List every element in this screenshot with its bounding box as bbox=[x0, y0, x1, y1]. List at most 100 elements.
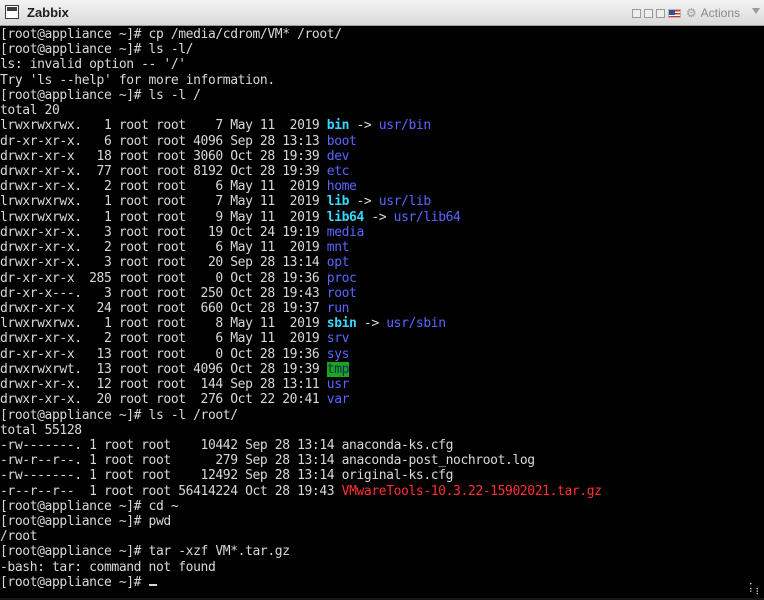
terminal-entry-name: lib bbox=[326, 194, 350, 210]
terminal-entry-name: VMwareTools-10.3.22-15902021.tar.gz bbox=[341, 483, 602, 499]
terminal-line: [root@appliance ~]# bbox=[0, 575, 157, 590]
gear-icon[interactable]: ⚙ bbox=[686, 7, 697, 19]
title-bar: Zabbix ⚙ Actions bbox=[0, 0, 764, 26]
terminal-line: drwxr-xr-x. 3 root root 19 Oct 24 19:19 … bbox=[0, 225, 364, 240]
terminal-line: drwxr-xr-x. 2 root root 6 May 11 2019 mn… bbox=[0, 240, 349, 255]
terminal-line: ls: invalid option -- '/' bbox=[0, 57, 186, 72]
terminal-line: -rw-r--r--. 1 root root 279 Sep 28 13:14… bbox=[0, 453, 535, 468]
terminal-line: [root@appliance ~]# ls -l/ bbox=[0, 42, 193, 57]
terminal-entry-name: usr/sbin bbox=[386, 316, 446, 332]
terminal-line: lrwxrwxrwx. 1 root root 8 May 11 2019 sb… bbox=[0, 316, 446, 331]
terminal-text: drwxr-xr-x 24 root root 660 Oct 28 19:37 bbox=[0, 300, 327, 316]
flag-icon[interactable] bbox=[667, 8, 681, 18]
terminal-text: drwxr-xr-x. 12 root root 144 Sep 28 13:1… bbox=[0, 377, 327, 393]
terminal-line: lrwxrwxrwx. 1 root root 7 May 11 2019 li… bbox=[0, 194, 431, 209]
text-cursor bbox=[148, 583, 157, 586]
terminal-text: [root@appliance ~]# cd ~ bbox=[0, 498, 179, 514]
terminal-entry-name: srv bbox=[326, 331, 350, 347]
terminal-line: lrwxrwxrwx. 1 root root 7 May 11 2019 bi… bbox=[0, 118, 431, 133]
terminal-line: Try 'ls --help' for more information. bbox=[0, 73, 275, 88]
resize-grip-icon[interactable]: ⠁ ⠃⠇ bbox=[749, 584, 762, 598]
terminal-line: [root@appliance ~]# cp /media/cdrom/VM* … bbox=[0, 27, 342, 42]
terminal-text: [root@appliance ~]# ls -l / bbox=[0, 87, 201, 103]
terminal-text: [root@appliance ~]# tar -xzf VM*.tar.gz bbox=[0, 544, 290, 560]
terminal-line: dr-xr-xr-x 285 root root 0 Oct 28 19:36 … bbox=[0, 271, 357, 286]
terminal-entry-name: usr/lib bbox=[378, 194, 431, 210]
terminal-text: drwxr-xr-x. 3 root root 20 Sep 28 13:14 bbox=[0, 255, 327, 271]
terminal-text: lrwxrwxrwx. 1 root root 7 May 11 2019 bbox=[0, 118, 327, 134]
terminal-line: drwxr-xr-x. 3 root root 20 Sep 28 13:14 … bbox=[0, 255, 349, 270]
terminal-entry-name: usr bbox=[326, 377, 350, 393]
terminal-text: [root@appliance ~]# ls -l /root/ bbox=[0, 407, 238, 423]
terminal-line: total 55128 bbox=[0, 423, 82, 438]
terminal-text: drwxr-xr-x. 20 root root 276 Oct 22 20:4… bbox=[0, 392, 327, 408]
terminal-entry-name: root bbox=[326, 285, 357, 301]
terminal-entry-name: lib64 bbox=[326, 209, 365, 225]
terminal-line: [root@appliance ~]# ls -l /root/ bbox=[0, 408, 238, 423]
minimize-icon[interactable] bbox=[631, 8, 641, 18]
terminal-line: drwxr-xr-x. 12 root root 144 Sep 28 13:1… bbox=[0, 377, 349, 392]
terminal-text: lrwxrwxrwx. 1 root root 7 May 11 2019 bbox=[0, 194, 327, 210]
terminal-text: lrwxrwxrwx. 1 root root 8 May 11 2019 bbox=[0, 316, 327, 332]
terminal-entry-name: proc bbox=[326, 270, 357, 286]
terminal-text: -rw-------. 1 root root 12492 Sep 28 13:… bbox=[0, 468, 454, 484]
terminal-text: dr-xr-xr-x 13 root root 0 Oct 28 19:36 bbox=[0, 346, 327, 362]
terminal-entry-name: sbin bbox=[326, 316, 357, 332]
terminal-text: /root bbox=[0, 529, 38, 545]
terminal-text: [root@appliance ~]# ls -l/ bbox=[0, 42, 194, 58]
terminal-entry-name: run bbox=[326, 300, 350, 316]
terminal-entry-name: usr/bin bbox=[378, 118, 431, 134]
terminal-line: [root@appliance ~]# cd ~ bbox=[0, 498, 179, 514]
terminal-text: Try 'ls --help' for more information. bbox=[0, 72, 275, 88]
terminal-line: [root@appliance ~]# tar -xzf VM*.tar.gz bbox=[0, 544, 290, 559]
terminal-text: ls: invalid option -- '/' bbox=[0, 57, 186, 73]
terminal-line: drwxr-xr-x 18 root root 3060 Oct 28 19:3… bbox=[0, 149, 349, 164]
terminal-line: drwxrwxrwt. 13 root root 4096 Oct 28 19:… bbox=[0, 361, 350, 377]
terminal-entry-name: usr/lib64 bbox=[393, 209, 461, 225]
terminal-text: dr-xr-x---. 3 root root 250 Oct 28 19:43 bbox=[0, 285, 327, 301]
terminal-entry-name: media bbox=[326, 224, 365, 240]
terminal-text: -> bbox=[349, 194, 379, 210]
terminal-text: lrwxrwxrwx. 1 root root 9 May 11 2019 bbox=[0, 209, 327, 225]
terminal-line: dr-xr-xr-x. 6 root root 4096 Sep 28 13:1… bbox=[0, 134, 357, 149]
terminal-text: [root@appliance ~]# pwd bbox=[0, 514, 171, 530]
terminal-text: dr-xr-xr-x 285 root root 0 Oct 28 19:36 bbox=[0, 270, 327, 286]
terminal-line: [root@appliance ~]# ls -l / bbox=[0, 88, 201, 103]
terminal-entry-name: bin bbox=[326, 118, 350, 134]
terminal-console[interactable]: [root@appliance ~]# cp /media/cdrom/VM* … bbox=[0, 26, 764, 598]
monitor-icon bbox=[5, 5, 19, 19]
terminal-text: -> bbox=[363, 209, 394, 225]
terminal-line: -r--r--r-- 1 root root 56414224 Oct 28 1… bbox=[0, 484, 602, 499]
terminal-line: drwxr-xr-x. 2 root root 6 May 11 2019 ho… bbox=[0, 179, 357, 194]
terminal-line: dr-xr-xr-x 13 root root 0 Oct 28 19:36 s… bbox=[0, 347, 349, 362]
restore-icon[interactable] bbox=[643, 8, 653, 18]
actions-menu-button[interactable]: Actions bbox=[701, 6, 740, 20]
terminal-line: drwxr-xr-x. 2 root root 6 May 11 2019 sr… bbox=[0, 331, 349, 346]
chevron-down-icon[interactable] bbox=[752, 8, 760, 14]
maximize-icon[interactable] bbox=[655, 8, 665, 18]
terminal-entry-name: boot bbox=[326, 133, 357, 149]
terminal-entry-name: sys bbox=[326, 346, 350, 362]
terminal-line: -rw-------. 1 root root 10442 Sep 28 13:… bbox=[0, 438, 453, 453]
terminal-text: total 55128 bbox=[0, 422, 82, 438]
terminal-entry-name: tmp bbox=[326, 361, 350, 377]
window-controls: ⚙ Actions bbox=[631, 6, 740, 20]
terminal-line: drwxr-xr-x. 20 root root 276 Oct 22 20:4… bbox=[0, 392, 349, 407]
terminal-line: lrwxrwxrwx. 1 root root 9 May 11 2019 li… bbox=[0, 209, 461, 225]
terminal-text: drwxr-xr-x. 2 root root 6 May 11 2019 bbox=[0, 240, 327, 256]
terminal-entry-name: home bbox=[326, 179, 357, 195]
terminal-text: [root@appliance ~]# bbox=[0, 574, 149, 590]
terminal-line: [root@appliance ~]# pwd bbox=[0, 514, 171, 529]
terminal-line: drwxr-xr-x 24 root root 660 Oct 28 19:37… bbox=[0, 301, 349, 316]
terminal-text: -bash: tar: command not found bbox=[0, 559, 216, 575]
terminal-entry-name: var bbox=[326, 392, 350, 408]
terminal-text: -> bbox=[349, 118, 379, 134]
terminal-line: dr-xr-x---. 3 root root 250 Oct 28 19:43… bbox=[0, 286, 357, 301]
terminal-entry-name: mnt bbox=[326, 240, 350, 256]
terminal-text: drwxr-xr-x 18 root root 3060 Oct 28 19:3… bbox=[0, 148, 327, 164]
terminal-line: -rw-------. 1 root root 12492 Sep 28 13:… bbox=[0, 468, 453, 483]
terminal-text: drwxr-xr-x. 77 root root 8192 Oct 28 19:… bbox=[0, 163, 327, 179]
terminal-text: total 20 bbox=[0, 103, 60, 119]
terminal-text: [root@appliance ~]# cp /media/cdrom/VM* … bbox=[0, 27, 342, 42]
window-title: Zabbix bbox=[27, 5, 69, 20]
